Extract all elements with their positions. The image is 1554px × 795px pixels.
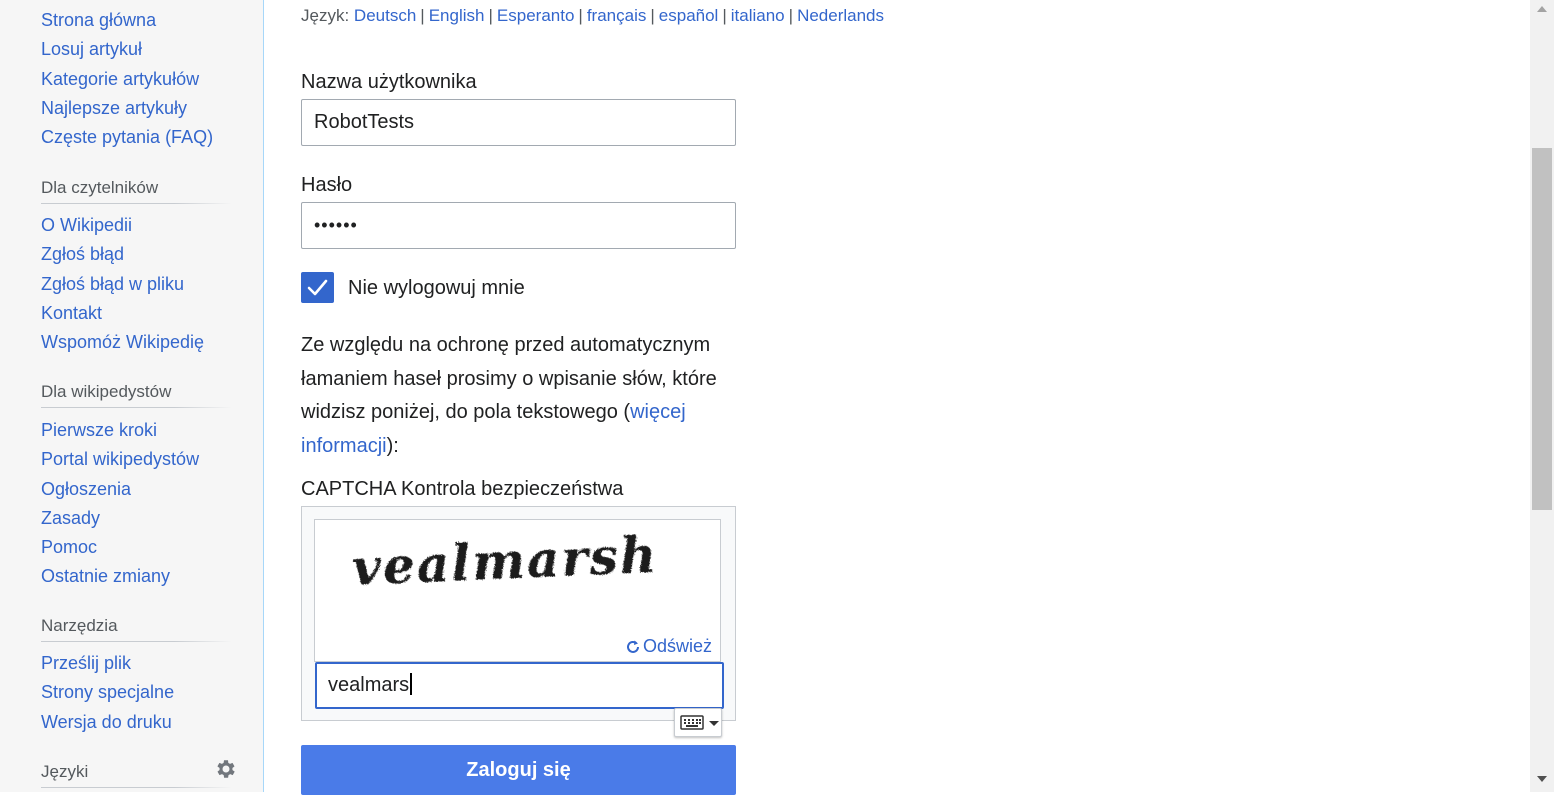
separator: | [650, 6, 655, 25]
sidebar-heading-editors: Dla wikipedystów [41, 382, 231, 408]
username-input[interactable]: RobotTests [301, 99, 736, 146]
login-button[interactable]: Zaloguj się [301, 745, 736, 795]
sidebar-heading-tools: Narzędzia [41, 616, 231, 642]
chevron-down-icon [709, 721, 719, 726]
language-link-italiano[interactable]: italiano [731, 6, 785, 25]
sidebar-item-recent-changes[interactable]: Ostatnie zmiany [41, 566, 170, 586]
captcha-input-value: vealmars [328, 674, 410, 696]
scroll-up-arrow-icon[interactable] [1537, 6, 1547, 12]
sidebar-heading-readers: Dla czytelników [41, 178, 231, 204]
captcha-input[interactable]: vealmars [315, 662, 724, 709]
refresh-label: Odśwież [642, 636, 712, 656]
language-selector-line: Język: Deutsch | English | Esperanto | françai… [301, 6, 884, 26]
language-link-english[interactable]: English [429, 6, 485, 25]
gear-icon[interactable] [214, 757, 238, 781]
sidebar-heading-languages: Języki [41, 762, 231, 788]
sidebar-item-announcements[interactable]: Ogłoszenia [41, 479, 131, 499]
language-link-espanol[interactable]: español [659, 6, 719, 25]
captcha-image-word: vealmarsh [351, 525, 660, 597]
sidebar-item-random-article[interactable]: Losuj artykuł [41, 39, 142, 59]
separator: | [578, 6, 583, 25]
sidebar-item-categories[interactable]: Kategorie artykułów [41, 69, 199, 89]
separator: | [488, 6, 493, 25]
text-caret [410, 673, 412, 695]
sidebar-item-donate[interactable]: Wspomóż Wikipedię [41, 332, 204, 352]
sidebar-item-report-error[interactable]: Zgłoś błąd [41, 244, 124, 264]
sidebar-item-help[interactable]: Pomoc [41, 537, 97, 557]
language-prefix: Język: [301, 6, 350, 25]
captcha-image-frame: vealmarsh Odśwież [314, 519, 721, 662]
separator: | [788, 6, 794, 25]
sidebar-editors-portal: Dla wikipedystów Pierwsze kroki Portal w… [41, 382, 231, 592]
sidebar-item-community-portal[interactable]: Portal wikipedystów [41, 449, 199, 469]
refresh-icon [627, 640, 639, 653]
sidebar-navigation: Strona główna Losuj artykuł Kategorie ar… [41, 6, 231, 152]
sidebar-item-print-version[interactable]: Wersja do druku [41, 712, 172, 732]
scroll-down-arrow-icon[interactable] [1537, 776, 1547, 782]
sidebar-item-faq[interactable]: Częste pytania (FAQ) [41, 127, 213, 147]
password-label: Hasło [301, 174, 353, 196]
sidebar-languages-portal: Języki [41, 760, 235, 788]
language-link-deutsch[interactable]: Deutsch [354, 6, 416, 25]
page-scrollbar[interactable] [1530, 0, 1554, 792]
captcha-refresh-link[interactable]: Odśwież [625, 636, 712, 657]
language-link-nederlands[interactable]: Nederlands [797, 6, 884, 25]
sidebar-item-contact[interactable]: Kontakt [41, 303, 102, 323]
separator: | [420, 6, 425, 25]
sidebar-item-best-articles[interactable]: Najlepsze artykuły [41, 98, 187, 118]
sidebar-item-upload-file[interactable]: Prześlij plik [41, 653, 131, 673]
sidebar: Strona główna Losuj artykuł Kategorie ar… [0, 0, 264, 792]
sidebar-item-about-wikipedia[interactable]: O Wikipedii [41, 215, 132, 235]
remember-me-checkbox[interactable] [301, 272, 334, 303]
separator: | [722, 6, 727, 25]
captcha-label: CAPTCHA Kontrola bezpieczeństwa [301, 478, 624, 500]
language-link-esperanto[interactable]: Esperanto [497, 6, 575, 25]
remember-me-label[interactable]: Nie wylogowuj mnie [348, 277, 525, 300]
captcha-container: vealmarsh Odśwież vealmars [301, 506, 736, 721]
keyboard-icon [680, 715, 704, 730]
language-link-francais[interactable]: français [587, 6, 647, 25]
captcha-image: vealmarsh [351, 525, 660, 597]
captcha-info-text: Ze względu na ochronę przed automatyczny… [301, 329, 741, 463]
sidebar-item-main-page[interactable]: Strona główna [41, 10, 156, 30]
sidebar-item-special-pages[interactable]: Strony specjalne [41, 682, 174, 702]
keyboard-toggle-button[interactable] [674, 708, 722, 737]
scrollbar-thumb[interactable] [1532, 148, 1552, 510]
sidebar-item-first-steps[interactable]: Pierwsze kroki [41, 420, 157, 440]
sidebar-item-policies[interactable]: Zasady [41, 508, 100, 528]
checkmark-icon [307, 279, 328, 296]
sidebar-tools-portal: Narzędzia Prześlij plik Strony specjalne… [41, 616, 231, 737]
password-input[interactable]: •••••• [301, 202, 736, 249]
sidebar-readers-portal: Dla czytelników O Wikipedii Zgłoś błąd Z… [41, 178, 231, 357]
username-label: Nazwa użytkownika [301, 71, 477, 93]
sidebar-item-report-file-error[interactable]: Zgłoś błąd w pliku [41, 274, 184, 294]
info-text-part: ): [386, 434, 399, 457]
